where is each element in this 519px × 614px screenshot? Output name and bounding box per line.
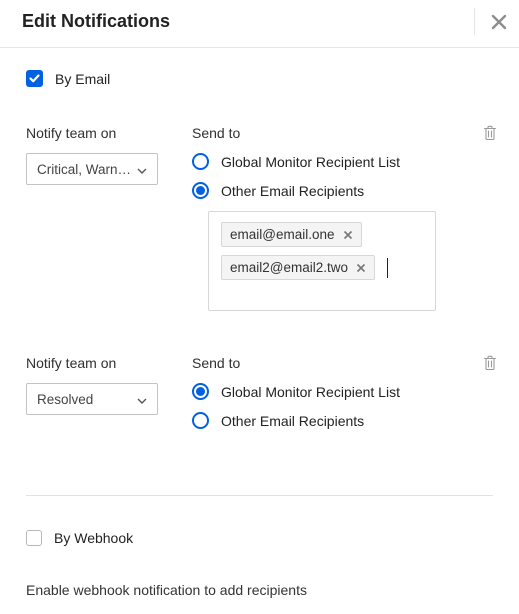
notify-team-label: Notify team on <box>26 125 192 141</box>
select-value: Resolved <box>37 392 93 407</box>
radio-label: Other Email Recipients <box>221 413 364 429</box>
notify-team-select[interactable]: Resolved <box>26 383 158 415</box>
send-to-label: Send to <box>192 125 493 141</box>
radio-global-list[interactable]: Global Monitor Recipient List <box>192 153 493 170</box>
chevron-down-icon <box>137 162 147 177</box>
radio-label: Global Monitor Recipient List <box>221 154 400 170</box>
radio-icon <box>192 383 209 400</box>
delete-icon[interactable] <box>483 355 497 371</box>
notify-team-label: Notify team on <box>26 355 192 371</box>
by-webhook-label: By Webhook <box>54 530 133 546</box>
radio-icon <box>192 412 209 429</box>
by-email-label: By Email <box>55 71 110 87</box>
radio-icon <box>192 153 209 170</box>
by-email-checkbox[interactable] <box>26 70 43 87</box>
by-webhook-row: By Webhook <box>26 530 493 546</box>
emails-input-box[interactable]: email@email.one email2@email2.two <box>208 211 436 311</box>
send-to-label: Send to <box>192 355 493 371</box>
remove-chip-icon[interactable] <box>356 263 366 273</box>
remove-chip-icon[interactable] <box>343 230 353 240</box>
radio-label: Other Email Recipients <box>221 183 364 199</box>
notify-team-select[interactable]: Critical, Warn… <box>26 153 158 185</box>
select-value: Critical, Warn… <box>37 162 131 177</box>
close-icon[interactable] <box>474 8 509 35</box>
text-cursor <box>387 258 388 278</box>
radio-icon <box>192 182 209 199</box>
by-email-row: By Email <box>26 70 493 87</box>
email-chip: email@email.one <box>221 222 362 247</box>
dialog-content: By Email Notify team on Critical, Warn… … <box>0 48 519 598</box>
radio-other-recipients[interactable]: Other Email Recipients <box>192 412 493 429</box>
webhook-hint: Enable webhook notification to add recip… <box>26 582 493 598</box>
section-divider <box>26 495 493 496</box>
email-chip: email2@email2.two <box>221 255 375 280</box>
delete-icon[interactable] <box>483 125 497 141</box>
dialog-title: Edit Notifications <box>22 11 170 32</box>
email-chip-text: email@email.one <box>230 227 335 242</box>
dialog-header: Edit Notifications <box>0 0 519 48</box>
chevron-down-icon <box>137 392 147 407</box>
notification-block-2: Notify team on Resolved Send to Global M… <box>26 355 493 441</box>
radio-other-recipients[interactable]: Other Email Recipients <box>192 182 493 199</box>
by-webhook-checkbox[interactable] <box>26 530 42 546</box>
notification-block-1: Notify team on Critical, Warn… Send to G… <box>26 125 493 311</box>
email-chip-text: email2@email2.two <box>230 260 348 275</box>
radio-global-list[interactable]: Global Monitor Recipient List <box>192 383 493 400</box>
radio-label: Global Monitor Recipient List <box>221 384 400 400</box>
